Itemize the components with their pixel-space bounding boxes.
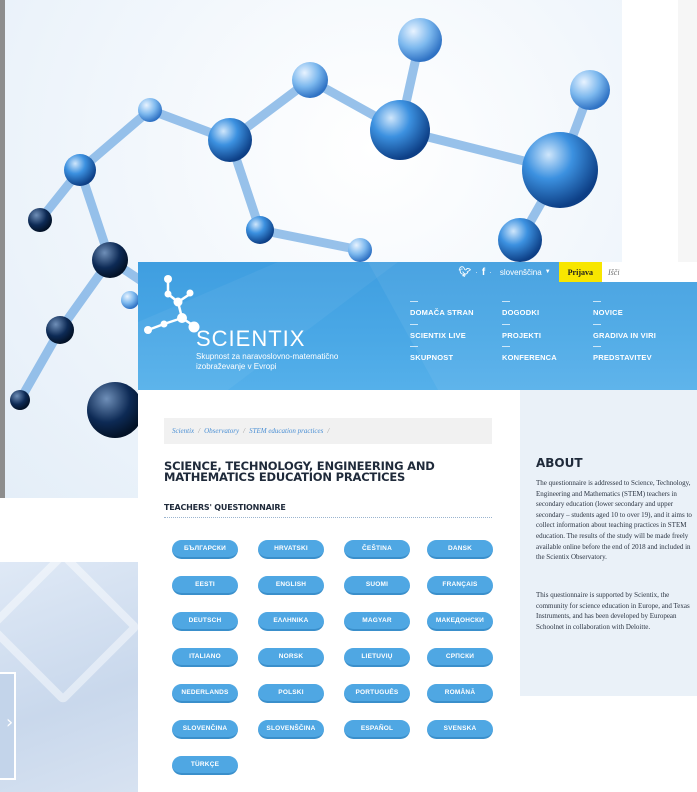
nav-item-domaca-stran[interactable]: DOMAČA STRAN bbox=[410, 301, 474, 317]
nav-item-novice[interactable]: NOVICE bbox=[593, 301, 623, 317]
language-button-el[interactable]: ΕΛΛΗΝΙΚΑ bbox=[258, 612, 324, 631]
breadcrumb-separator: / bbox=[327, 427, 330, 435]
about-sidebar: ABOUT The questionnaire is addressed to … bbox=[520, 390, 697, 696]
scientix-webpage: 🐦︎ · f · slovenščina ▼ Prijava Išči SCIE… bbox=[138, 262, 697, 792]
breadcrumb-link[interactable]: Scientix bbox=[172, 427, 194, 435]
language-button-hu[interactable]: MAGYAR bbox=[344, 612, 410, 631]
nav-item-gradiva-in-viri[interactable]: GRADIVA IN VIRI bbox=[593, 324, 656, 340]
language-button-es[interactable]: ESPAÑOL bbox=[344, 720, 410, 739]
right-background-panel bbox=[678, 0, 697, 262]
language-button-fi[interactable]: SUOMI bbox=[344, 576, 410, 595]
twitter-bird-icon[interactable]: 🐦︎ bbox=[459, 267, 472, 278]
language-button-pt[interactable]: PORTUGUÊS bbox=[344, 684, 410, 703]
language-button-en[interactable]: ENGLISH bbox=[258, 576, 324, 595]
breadcrumb-separator: / bbox=[243, 427, 246, 435]
separator: · bbox=[489, 267, 492, 277]
about-heading: ABOUT bbox=[536, 456, 583, 470]
language-button-nl[interactable]: NEDERLANDS bbox=[172, 684, 238, 703]
nav-item-konferenca[interactable]: KONFERENCA bbox=[502, 346, 557, 362]
composite-screenshot: › 🐦︎ · f · slovenščina ▼ Prijava Išči SC… bbox=[0, 0, 697, 792]
faded-background-card: › bbox=[0, 549, 141, 792]
language-button-ro[interactable]: ROMÂNĂ bbox=[427, 684, 493, 703]
language-button-bg[interactable]: БЪЛГАРСКИ bbox=[172, 540, 238, 559]
language-button-de[interactable]: DEUTSCH bbox=[172, 612, 238, 631]
language-button-hr[interactable]: HRVATSKI bbox=[258, 540, 324, 559]
breadcrumb-separator: / bbox=[198, 427, 201, 435]
nav-item-skupnost[interactable]: SKUPNOST bbox=[410, 346, 453, 362]
language-button-mk[interactable]: МАКЕДОНСКИ bbox=[427, 612, 493, 631]
language-button-it[interactable]: ITALIANO bbox=[172, 648, 238, 667]
language-button-da[interactable]: DANSK bbox=[427, 540, 493, 559]
login-button[interactable]: Prijava bbox=[558, 262, 602, 282]
language-button-cs[interactable]: ČEŠTINA bbox=[344, 540, 410, 559]
about-paragraph: This questionnaire is supported by Scien… bbox=[536, 591, 690, 631]
language-button-et[interactable]: EESTI bbox=[172, 576, 238, 595]
nav-item-dogodki[interactable]: DOGODKI bbox=[502, 301, 539, 317]
about-paragraph: The questionnaire is addressed to Scienc… bbox=[536, 479, 692, 562]
brand-name: SCIENTIX bbox=[196, 326, 306, 351]
brand-tagline: Skupnost za naravoslovno-matematično izo… bbox=[196, 352, 339, 371]
caret-down-icon: ▼ bbox=[544, 269, 551, 275]
facebook-f-icon[interactable]: f bbox=[482, 267, 485, 278]
language-select-value: slovenščina bbox=[499, 267, 542, 277]
page-title: SCIENCE, TECHNOLOGY, ENGINEERING AND MAT… bbox=[164, 459, 435, 484]
language-button-sl[interactable]: SLOVENŠČINA bbox=[258, 720, 324, 739]
language-button-sv[interactable]: SVENSKA bbox=[427, 720, 493, 739]
nav-item-predstavitev[interactable]: PREDSTAVITEV bbox=[593, 346, 652, 362]
separator: · bbox=[475, 267, 478, 277]
main-content: Scientix / Observatory / STEM education … bbox=[138, 390, 520, 792]
language-button-sr[interactable]: СРПСКИ bbox=[427, 648, 493, 667]
logo-molecule-icon bbox=[144, 275, 200, 334]
decorative-shape bbox=[0, 549, 141, 705]
utility-bar: 🐦︎ · f · slovenščina ▼ Prijava bbox=[459, 262, 697, 282]
nav-item-projekti[interactable]: PROJEKTI bbox=[502, 324, 541, 340]
chevron-right-icon: › bbox=[6, 712, 14, 733]
language-button-lt[interactable]: LIETUVIŲ bbox=[344, 648, 410, 667]
breadcrumb: Scientix / Observatory / STEM education … bbox=[164, 418, 492, 444]
breadcrumb-link[interactable]: STEM education practices bbox=[249, 427, 323, 435]
language-button-tr[interactable]: TÜRKÇE bbox=[172, 756, 238, 775]
language-button-pl[interactable]: POLSKI bbox=[258, 684, 324, 703]
language-button-no[interactable]: NORSK bbox=[258, 648, 324, 667]
search-input[interactable] bbox=[602, 262, 697, 282]
section-subtitle: TEACHERS' QUESTIONNAIRE bbox=[164, 503, 286, 512]
language-select[interactable]: slovenščina ▼ bbox=[500, 268, 551, 277]
divider bbox=[164, 517, 492, 518]
language-button-sk[interactable]: SLOVENČINA bbox=[172, 720, 238, 739]
left-frame-strip bbox=[0, 0, 5, 498]
scientix-logo[interactable]: SCIENTIX Skupnost za naravoslovno-matema… bbox=[138, 272, 378, 382]
language-button-fr[interactable]: FRANÇAIS bbox=[427, 576, 493, 595]
breadcrumb-link[interactable]: Observatory bbox=[204, 427, 239, 435]
site-header: 🐦︎ · f · slovenščina ▼ Prijava Išči SCIE… bbox=[138, 262, 697, 390]
nav-item-scientix-live[interactable]: SCIENTIX LIVE bbox=[410, 324, 466, 340]
